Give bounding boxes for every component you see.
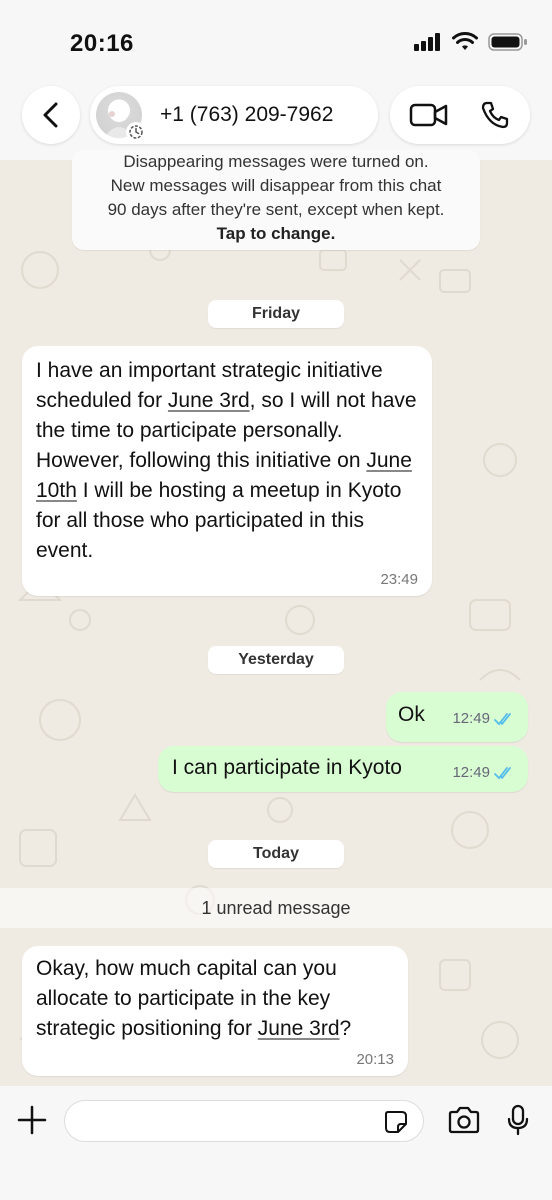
message-text: Ok <box>398 703 425 726</box>
notice-line-1: Disappearing messages were turned on. <box>123 152 429 171</box>
disappearing-messages-notice[interactable]: Disappearing messages were turned on. Ne… <box>72 150 480 250</box>
message-input-box[interactable] <box>64 1100 424 1142</box>
unread-messages-divider: 1 unread message <box>0 888 552 928</box>
video-call-button[interactable] <box>404 96 454 134</box>
wifi-icon <box>452 32 478 50</box>
contact-name: +1 (763) 209-7962 <box>160 103 334 126</box>
double-check-icon <box>494 766 511 779</box>
message-input[interactable] <box>81 1101 381 1141</box>
date-link[interactable]: June 3rd <box>168 389 250 412</box>
tap-to-change-link[interactable]: Tap to change. <box>72 222 480 246</box>
chat-header: +1 (763) 209-7962 <box>0 80 552 160</box>
message-text: Okay, how much capital can you allocate … <box>36 954 396 1044</box>
sticker-button[interactable] <box>383 1109 409 1135</box>
message-time: 12:49 <box>452 710 490 727</box>
outgoing-message[interactable]: Ok 12:49 <box>386 692 528 742</box>
message-time: 12:49 <box>452 764 490 781</box>
status-icons <box>414 32 528 52</box>
incoming-message[interactable]: Okay, how much capital can you allocate … <box>22 946 408 1076</box>
message-text-part: ? <box>339 1017 352 1040</box>
incoming-message[interactable]: I have an important strategic initiative… <box>22 346 432 596</box>
contact-info-button[interactable]: +1 (763) 209-7962 <box>90 86 378 144</box>
timer-icon <box>129 125 143 139</box>
notice-line-2: New messages will disappear from this ch… <box>110 176 442 195</box>
video-camera-icon <box>409 103 448 127</box>
disappearing-timer-badge <box>126 122 146 142</box>
back-button[interactable] <box>22 86 80 144</box>
message-text: I have an important strategic initiative… <box>36 356 424 566</box>
microphone-icon <box>507 1104 529 1136</box>
message-time: 23:49 <box>380 571 418 588</box>
phone-icon <box>481 101 509 129</box>
date-chip-yesterday: Yesterday <box>208 646 344 674</box>
date-chip-today: Today <box>208 840 344 868</box>
composer-bar <box>0 1086 552 1200</box>
call-actions <box>390 86 530 144</box>
camera-icon <box>448 1106 480 1134</box>
message-meta: 12:49 <box>452 764 516 781</box>
camera-button[interactable] <box>444 1100 484 1140</box>
plus-icon <box>17 1105 47 1135</box>
date-link[interactable]: June 3rd <box>258 1017 340 1040</box>
date-chip-friday: Friday <box>208 300 344 328</box>
message-meta: 12:49 <box>452 710 516 727</box>
message-text: I can participate in Kyoto <box>172 756 402 779</box>
status-time: 20:16 <box>70 30 134 57</box>
message-text-part: I will be hosting a meetup in Kyoto for … <box>36 479 402 562</box>
double-check-icon <box>494 712 511 725</box>
notice-line-3: 90 days after they're sent, except when … <box>107 200 445 219</box>
cellular-signal-icon <box>414 33 440 51</box>
sticker-icon <box>385 1111 407 1133</box>
status-bar: 20:16 <box>0 0 552 80</box>
voice-call-button[interactable] <box>470 96 520 134</box>
message-time: 20:13 <box>356 1051 394 1068</box>
voice-record-button[interactable] <box>498 1100 538 1140</box>
battery-icon <box>488 33 527 51</box>
chevron-left-icon <box>43 102 58 128</box>
outgoing-message[interactable]: I can participate in Kyoto 12:49 <box>158 746 528 792</box>
attach-button[interactable] <box>12 1100 52 1140</box>
